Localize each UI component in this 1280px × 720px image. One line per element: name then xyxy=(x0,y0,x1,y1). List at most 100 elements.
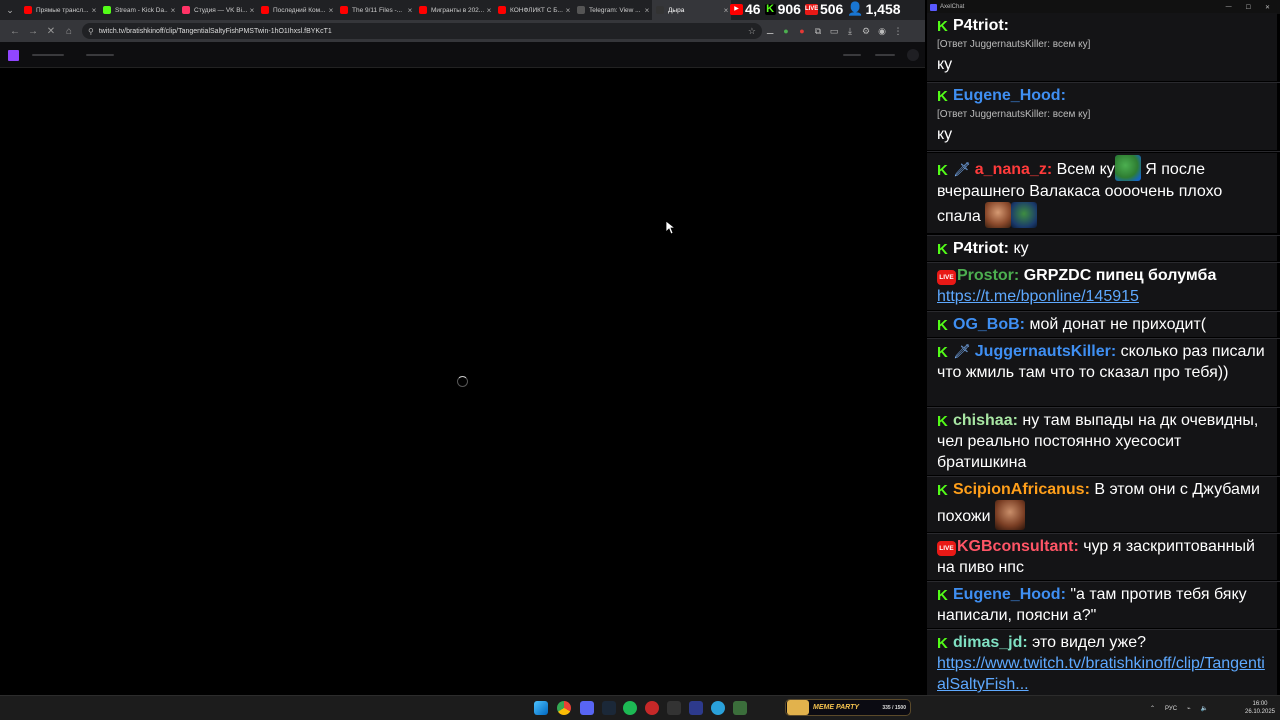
maximize-icon[interactable]: ☐ xyxy=(1246,4,1251,11)
chat-text: мой донат не приходит( xyxy=(1029,316,1207,333)
close-icon[interactable]: × xyxy=(247,6,257,15)
close-icon[interactable]: × xyxy=(405,6,415,15)
browser-tab[interactable]: КОНФЛИКТ С Б... × xyxy=(494,0,573,20)
kick-icon: K xyxy=(937,317,948,334)
menu-icon[interactable]: ⋮ xyxy=(890,23,906,39)
meme-party-widget[interactable]: MEME PARTY 335 / 1500 xyxy=(785,699,911,716)
obs-icon[interactable] xyxy=(667,701,681,715)
browser-tab[interactable]: Прямые трансл... × xyxy=(20,0,99,20)
url-field[interactable]: ⚲ twitch.tv/bratishkinoff/clip/Tangentia… xyxy=(82,23,762,39)
chevron-up-icon[interactable]: ⌃ xyxy=(1150,705,1155,712)
browser-tab[interactable]: The 9/11 Files -... × xyxy=(336,0,415,20)
avatar[interactable] xyxy=(907,49,919,61)
browser-tab[interactable]: Telegram: View ... × xyxy=(573,0,652,20)
browser-tab[interactable]: Студия — VK Bi... × xyxy=(178,0,257,20)
language-indicator[interactable]: РУС xyxy=(1165,706,1177,712)
chat-message: K ScipionAfricanus: В этом они с Джубами … xyxy=(927,477,1277,532)
chat-nick[interactable]: P4triot: xyxy=(953,240,1009,257)
chat-nick[interactable]: ScipionAfricanus: xyxy=(953,481,1090,498)
chat-nick[interactable]: OG_BoB: xyxy=(953,316,1025,333)
extension-icon-2[interactable]: ● xyxy=(778,23,794,39)
extension-icon-1[interactable]: ⚊ xyxy=(762,23,778,39)
total-viewers: 👤 1,458 xyxy=(847,1,900,17)
chat-nick[interactable]: Prostor: xyxy=(957,267,1019,284)
forward-icon[interactable]: → xyxy=(24,22,42,40)
telegram-icon[interactable] xyxy=(711,701,725,715)
browser-tab[interactable]: Stream - Kick Da... × xyxy=(99,0,178,20)
app-icon[interactable] xyxy=(733,701,747,715)
extension-icon-4[interactable]: ⚙ xyxy=(858,23,874,39)
youtube-icon xyxy=(419,6,427,14)
browser-window: ⌄ Прямые трансл... × Stream - Kick Da... × С… xyxy=(0,0,925,695)
discord-icon[interactable] xyxy=(580,701,594,715)
chat-message: LIVE KGBconsultant: чур я заскриптованный… xyxy=(927,534,1277,580)
tab-title: Последний Ком... xyxy=(273,6,326,14)
chat-message: Kdimas_jd: это видел уже? https://www.tw… xyxy=(927,630,1277,695)
close-icon[interactable]: ✕ xyxy=(1265,4,1270,11)
chat-message: K P4triot: ку xyxy=(927,236,1277,261)
party-name: MEME PARTY xyxy=(813,704,860,711)
close-icon[interactable]: × xyxy=(563,6,573,15)
site-info-icon[interactable]: ⚲ xyxy=(88,27,94,36)
extension-icon-3[interactable]: ● xyxy=(794,23,810,39)
vklive-viewers-count: 506 xyxy=(819,1,844,17)
spotify-icon[interactable] xyxy=(623,701,637,715)
tab-title: КОНФЛИКТ С Б... xyxy=(510,6,563,14)
windows-start-icon[interactable] xyxy=(534,701,548,715)
party-count: 335 / 1500 xyxy=(882,704,906,711)
telegram-icon xyxy=(577,6,585,14)
close-icon[interactable]: × xyxy=(642,6,652,15)
tab-title: Студия — VK Bi... xyxy=(194,6,247,14)
tab-search-icon[interactable]: ⌄ xyxy=(0,0,20,20)
chat-link[interactable]: https://t.me/bponline/145915 xyxy=(937,286,1267,307)
app-icon[interactable] xyxy=(689,701,703,715)
nav-placeholder xyxy=(843,54,861,56)
tab-title: Мигранты в 202... xyxy=(431,6,484,14)
youtube-viewers-count: 46 xyxy=(745,1,761,17)
chat-nick[interactable]: Eugene_Hood: xyxy=(953,87,1066,104)
extensions-puzzle-icon[interactable]: ⧉ xyxy=(810,23,826,39)
steam-icon[interactable] xyxy=(602,701,616,715)
app-icon[interactable] xyxy=(645,701,659,715)
home-icon[interactable]: ⌂ xyxy=(60,22,78,40)
youtube-icon xyxy=(498,6,506,14)
chat-nick[interactable]: dimas_jd: xyxy=(953,634,1028,651)
twitch-logo-icon[interactable] xyxy=(8,50,19,61)
clock[interactable]: 16:00 26.10.2025 xyxy=(1240,700,1280,716)
close-icon[interactable]: × xyxy=(326,6,336,15)
chat-link[interactable]: https://www.twitch.tv/bratishkinoff/clip… xyxy=(937,653,1267,695)
live-icon: LIVE xyxy=(937,541,956,556)
profile-icon[interactable]: ◉ xyxy=(874,23,890,39)
tab-title: Прямые трансл... xyxy=(36,6,89,14)
sidebar-icon[interactable]: ▭ xyxy=(826,23,842,39)
back-icon[interactable]: ← xyxy=(6,22,24,40)
close-icon[interactable]: × xyxy=(484,6,494,15)
chat-nick[interactable]: Eugene_Hood: xyxy=(953,586,1066,603)
pepe-emote-icon xyxy=(1114,155,1141,181)
browser-tab[interactable]: Мигранты в 202... × xyxy=(415,0,494,20)
network-icon[interactable]: ⌁ xyxy=(1187,705,1191,712)
minimize-icon[interactable]: — xyxy=(1226,4,1232,11)
chat-message: K Eugene_Hood: [Ответ JuggernautsKiller: … xyxy=(927,83,1277,150)
close-icon[interactable]: × xyxy=(168,6,178,15)
close-icon[interactable]: × xyxy=(89,6,99,15)
bookmark-star-icon[interactable]: ☆ xyxy=(748,26,756,37)
kick-viewers: K 906 xyxy=(764,1,801,17)
chat-nick[interactable]: JuggernautsKiller: xyxy=(975,343,1116,360)
chat-nick[interactable]: chishaa: xyxy=(953,412,1018,429)
stop-icon[interactable]: ✕ xyxy=(42,22,60,40)
chrome-icon[interactable] xyxy=(557,701,571,715)
vklive-viewers: LIVE 506 xyxy=(804,1,844,17)
reply-quote: [Ответ JuggernautsKiller: всем ку] xyxy=(937,39,1091,50)
browser-tab[interactable]: Последний Ком... × xyxy=(257,0,336,20)
url-text: twitch.tv/bratishkinoff/clip/TangentialS… xyxy=(98,27,332,35)
kick-icon xyxy=(103,6,111,14)
chat-nick[interactable]: a_nana_z: xyxy=(975,161,1052,178)
chat-nick[interactable]: KGBconsultant: xyxy=(957,538,1079,555)
browser-tab[interactable]: Дыра × xyxy=(652,0,731,20)
download-icon[interactable]: ⤓ xyxy=(842,23,858,39)
chat-text: GRPZDC пипец болумба xyxy=(1023,267,1217,284)
time: 16:00 xyxy=(1252,701,1268,707)
volume-icon[interactable]: 🔈 xyxy=(1201,705,1208,712)
chat-nick[interactable]: P4triot: xyxy=(953,17,1009,34)
